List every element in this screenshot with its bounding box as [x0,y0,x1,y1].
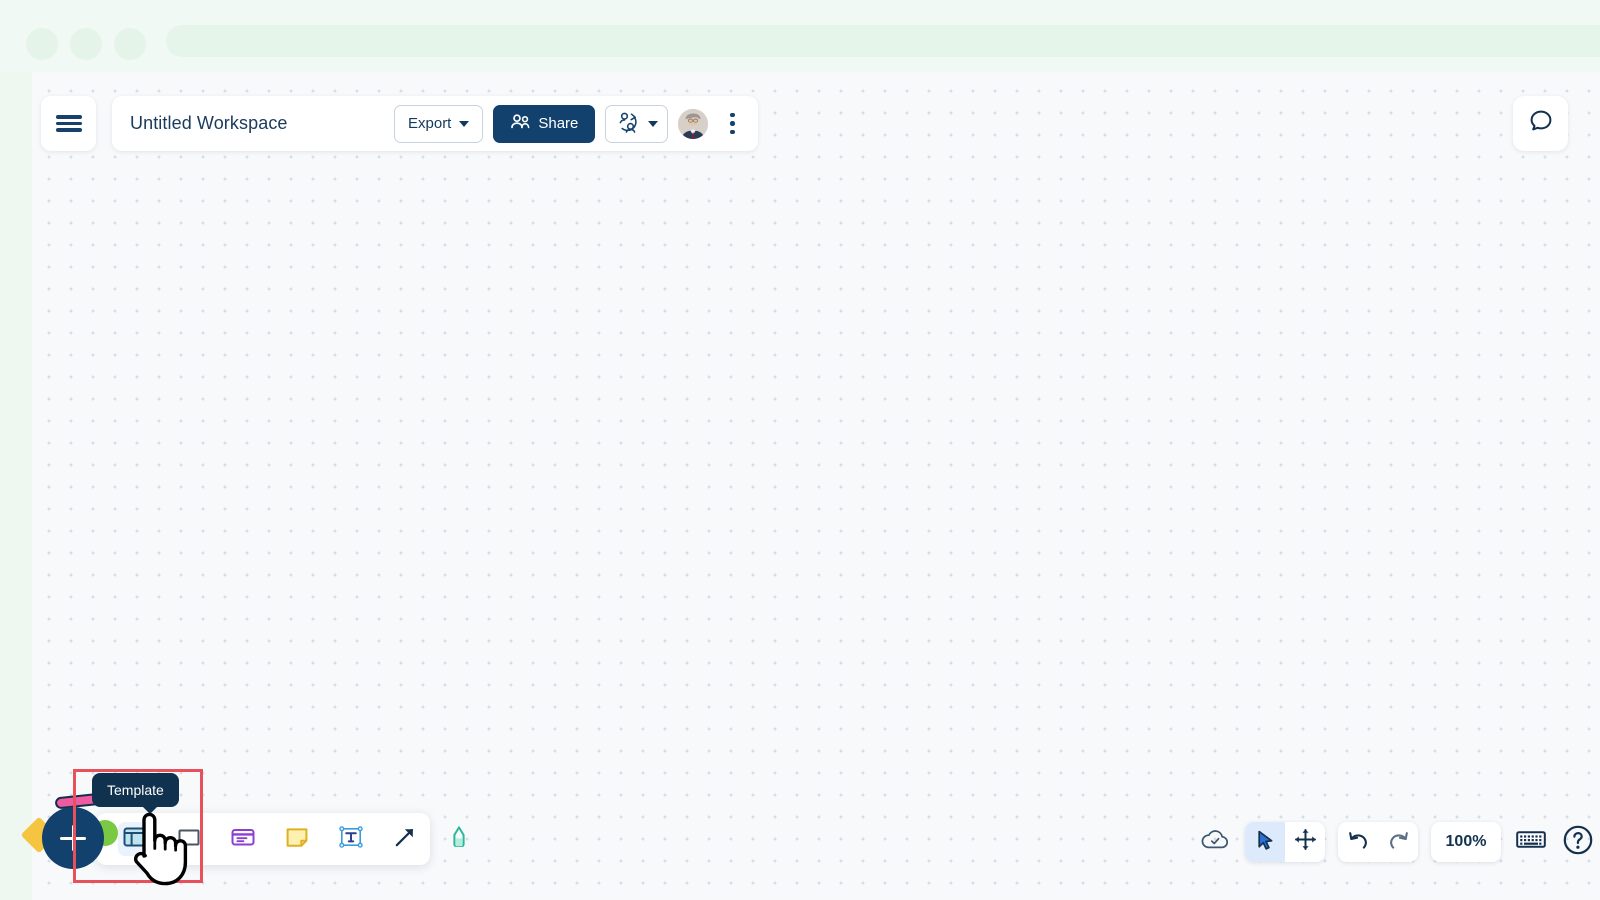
avatar[interactable] [678,108,709,139]
add-content-button[interactable] [42,807,104,869]
chevron-down-icon [459,120,470,127]
more-options-button[interactable] [720,106,744,142]
highlighter-pen-icon [446,824,472,855]
browser-address-bar[interactable] [166,25,1600,57]
export-button-label: Export [408,115,452,132]
chat-bubble-icon [1527,107,1555,140]
pan-tool-button[interactable] [1285,822,1325,862]
help-question-icon [1562,824,1594,861]
redo-button[interactable] [1378,822,1418,862]
undo-arrow-icon [1347,829,1370,856]
tooltip-template: Template [92,773,179,814]
chevron-down-icon [648,120,659,127]
browser-dot-maximize[interactable] [114,28,146,60]
arrow-diagonal-icon [392,824,418,855]
template-icon [122,824,148,855]
history-group [1338,822,1418,862]
tool-highlighter[interactable] [442,822,476,856]
browser-dot-minimize[interactable] [70,28,102,60]
tool-connector[interactable] [388,822,422,856]
share-button-label: Share [538,115,579,132]
keyboard-shortcuts-button[interactable] [1514,825,1548,859]
browser-chrome [0,0,1600,72]
workspace-title-input[interactable]: Untitled Workspace [112,113,384,134]
undo-button[interactable] [1338,822,1378,862]
chat-panel-button[interactable] [1513,96,1568,151]
presence-follow-button[interactable] [605,104,669,143]
people-group-icon [510,113,531,134]
save-status-button[interactable] [1198,825,1232,859]
help-button[interactable] [1561,825,1595,859]
card-icon [230,824,256,855]
pointer-mode-group [1245,822,1325,862]
view-controls: 100% [1198,820,1595,864]
tool-text[interactable] [334,822,368,856]
text-box-icon [338,824,364,855]
shape-square-icon [176,824,202,855]
tool-card[interactable] [226,822,260,856]
share-button[interactable]: Share [493,104,596,143]
follow-user-icon [615,110,641,138]
tool-shape[interactable] [172,822,206,856]
redo-arrow-icon [1387,829,1410,856]
tool-template[interactable] [118,822,152,856]
cloud-check-icon [1200,828,1230,857]
tool-sticky-note[interactable] [280,822,314,856]
create-toolbar [96,813,465,865]
workspace-header-bar: Untitled Workspace Export Share [112,96,759,151]
hamburger-menu-button[interactable] [41,96,96,151]
select-tool-button[interactable] [1245,822,1285,862]
cursor-arrow-icon [1254,829,1276,856]
export-button[interactable]: Export [394,104,484,143]
sticky-note-icon [284,824,310,855]
zoom-level-button[interactable]: 100% [1431,822,1501,862]
move-arrows-icon [1294,828,1317,856]
keyboard-icon [1516,829,1546,855]
hamburger-menu-icon [55,112,82,135]
workspace-canvas[interactable] [32,72,1600,900]
browser-dot-close[interactable] [26,28,58,60]
